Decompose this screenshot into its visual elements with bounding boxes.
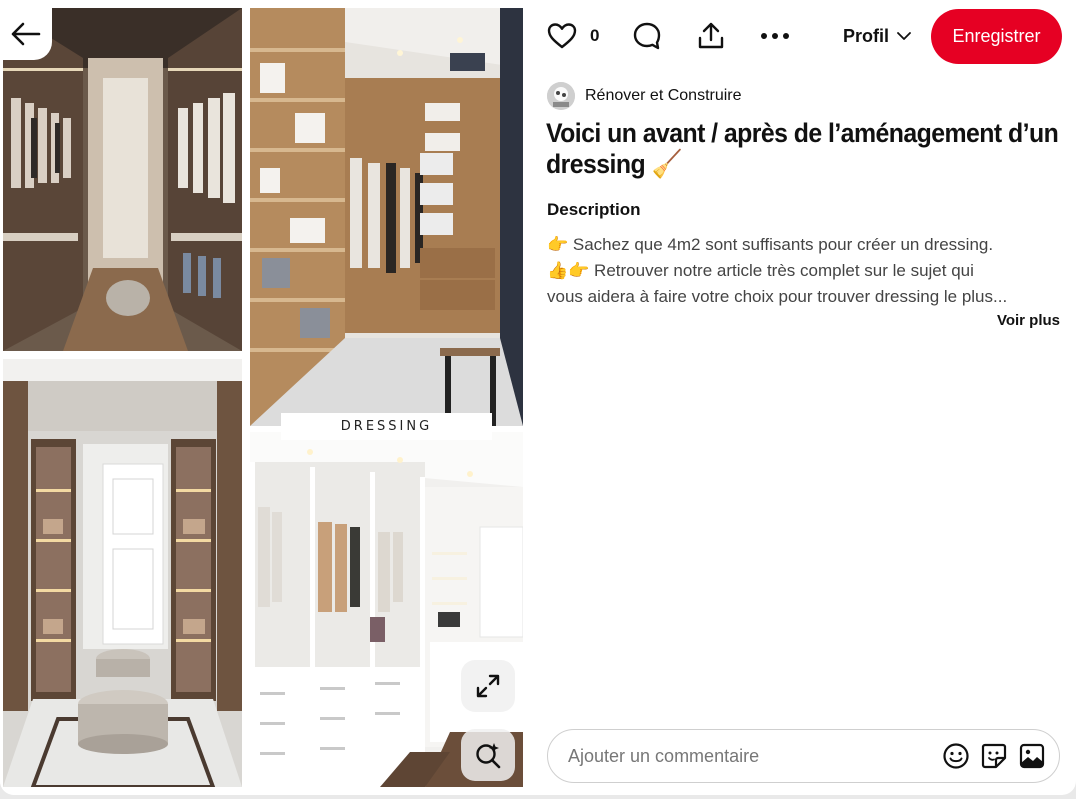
creator-info[interactable]: Rénover et Construire — [547, 82, 742, 110]
back-arrow-icon — [11, 22, 41, 46]
expand-button[interactable] — [461, 660, 515, 712]
pin-details-pane: 0 Profil Enregistrer Rénover et Construi… — [524, 0, 1076, 795]
save-button[interactable]: Enregistrer — [931, 8, 1062, 64]
share-icon — [699, 22, 724, 49]
share-button[interactable] — [695, 20, 727, 52]
emoji-button[interactable] — [939, 739, 973, 773]
chevron-down-icon — [897, 31, 911, 40]
sticker-icon — [981, 743, 1007, 769]
more-options-button[interactable] — [759, 20, 791, 52]
description-line: vous aidera à faire votre choix pour tro… — [547, 287, 1008, 306]
board-select-label: Profil — [842, 25, 889, 46]
comment-input[interactable] — [568, 745, 939, 767]
board-select-dropdown[interactable]: Profil — [843, 26, 911, 47]
description-text: 👉 Sachez que 4m2 sont suffisants pour cr… — [547, 232, 1062, 310]
heart-icon — [547, 23, 577, 49]
back-button[interactable] — [0, 8, 52, 60]
visual-search-icon — [476, 743, 501, 769]
action-bar: 0 Profil Enregistrer — [546, 8, 1062, 64]
creator-name[interactable]: Rénover et Construire — [585, 87, 742, 105]
comment-bubble-icon — [634, 22, 661, 50]
description-line: 👉 Sachez que 4m2 sont suffisants pour cr… — [547, 235, 994, 254]
image-caption-label: DRESSING — [281, 413, 492, 440]
like-count: 0 — [590, 26, 600, 45]
pin-title: Voici un avant / après de l’aménagement … — [546, 118, 1059, 179]
see-more-link[interactable]: Voir plus — [997, 312, 1060, 329]
like-button[interactable] — [546, 20, 578, 52]
pin-image-collage[interactable]: DRESSING — [0, 0, 524, 795]
emoji-icon — [943, 743, 969, 769]
more-icon — [761, 33, 790, 39]
comment-button[interactable] — [631, 20, 663, 52]
collage-photo-2 — [250, 8, 523, 426]
description-line: 👍👉 Retrouver notre article très complet … — [547, 261, 974, 280]
comment-box — [547, 729, 1060, 783]
sticker-button[interactable] — [977, 739, 1011, 773]
visual-search-button[interactable] — [461, 729, 515, 781]
collage-photo-3 — [3, 359, 242, 787]
image-icon — [1019, 743, 1045, 769]
expand-icon — [476, 674, 500, 698]
image-upload-button[interactable] — [1015, 739, 1049, 773]
description-heading: Description — [547, 200, 641, 219]
avatar[interactable] — [547, 82, 575, 110]
pin-card: DRESSING 0 Profil Enregistrer Rénover et… — [0, 0, 1076, 795]
collage-photo-1 — [3, 8, 242, 351]
